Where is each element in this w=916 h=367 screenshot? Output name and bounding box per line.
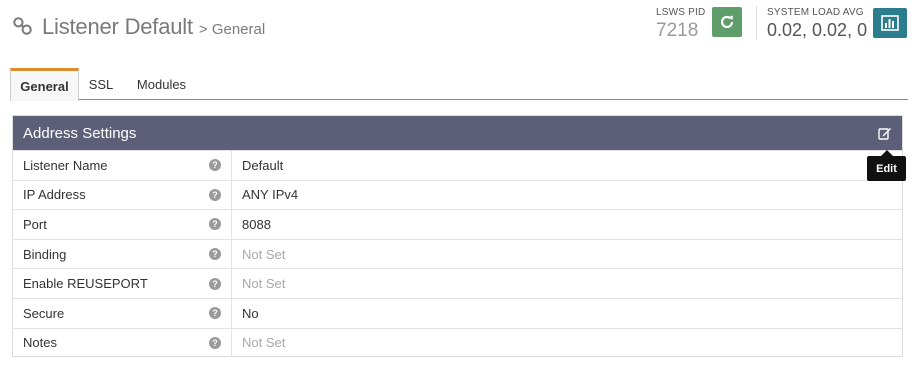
row-label: Port ? [13,210,232,239]
row-label-text: Enable REUSEPORT [23,276,148,292]
pid-value: 7218 [656,20,699,41]
refresh-icon [720,15,734,29]
tab-general[interactable]: General [10,68,79,101]
row-label: Listener Name ? [13,151,232,180]
panel-title: Address Settings [23,124,137,142]
header-divider [756,6,757,40]
row-label-text: Listener Name [23,157,108,173]
row-label: IP Address ? [13,180,232,210]
row-label-text: Notes [23,335,57,351]
table-row: IP Address ? ANY IPv4 [13,179,902,210]
bar-chart-icon [881,15,899,31]
row-value: Not Set [242,276,286,292]
breadcrumb: > General [198,21,266,38]
question-circle-icon[interactable]: ? [209,218,221,231]
table-row: Binding ? Not Set [13,238,902,269]
row-label: Binding ? [13,239,232,269]
tab-bar: General SSL Modules [10,68,908,101]
address-settings-panel: Address Settings Listener Name ? Default… [12,115,903,358]
row-value: Not Set [242,335,286,351]
page-title-group: Listener Default > General [12,12,265,40]
question-circle-icon[interactable]: ? [209,307,221,320]
page-title: Listener Default [42,14,193,39]
row-value: 8088 [242,216,271,232]
page-header: Listener Default > General LSWS PID 7218… [0,0,916,60]
load-block: SYSTEM LOAD AVG 0.02, 0.02, 0 [767,7,867,41]
load-value: 0.02, 0.02, 0 [767,20,868,40]
table-row: Notes ? Not Set [13,327,902,358]
load-label: SYSTEM LOAD AVG [767,7,864,18]
pid-label: LSWS PID [656,7,706,18]
panel-header: Address Settings [13,116,902,150]
pid-block: LSWS PID 7218 [656,7,705,42]
tab-modules[interactable]: Modules [128,68,195,100]
link-icon [13,17,32,35]
row-label: Notes ? [13,328,232,358]
table-row: Enable REUSEPORT ? Not Set [13,268,902,298]
row-label-text: Secure [23,305,65,321]
load-chart-button[interactable] [873,8,907,38]
row-label: Enable REUSEPORT ? [13,269,232,298]
edit-icon [878,128,891,140]
row-label: Secure ? [13,298,232,328]
question-circle-icon[interactable]: ? [209,277,221,290]
reload-button[interactable] [712,7,742,37]
row-label-text: IP Address [23,187,86,203]
row-value: No [242,305,259,321]
edit-tooltip: Edit [867,156,906,181]
question-circle-icon[interactable]: ? [209,336,221,349]
row-value: Default [242,157,284,173]
question-circle-icon[interactable]: ? [209,159,221,172]
row-value: Not Set [242,246,286,262]
row-value: ANY IPv4 [242,187,299,203]
tab-ssl[interactable]: SSL [82,68,120,100]
table-row: Secure ? No [13,297,902,328]
question-circle-icon[interactable]: ? [209,188,221,201]
row-label-text: Binding [23,246,67,262]
question-circle-icon[interactable]: ? [209,248,221,261]
table-row: Listener Name ? Default [13,150,902,180]
table-row: Port ? 8088 [13,209,902,239]
edit-button[interactable] [876,124,894,142]
row-label-text: Port [23,216,47,232]
